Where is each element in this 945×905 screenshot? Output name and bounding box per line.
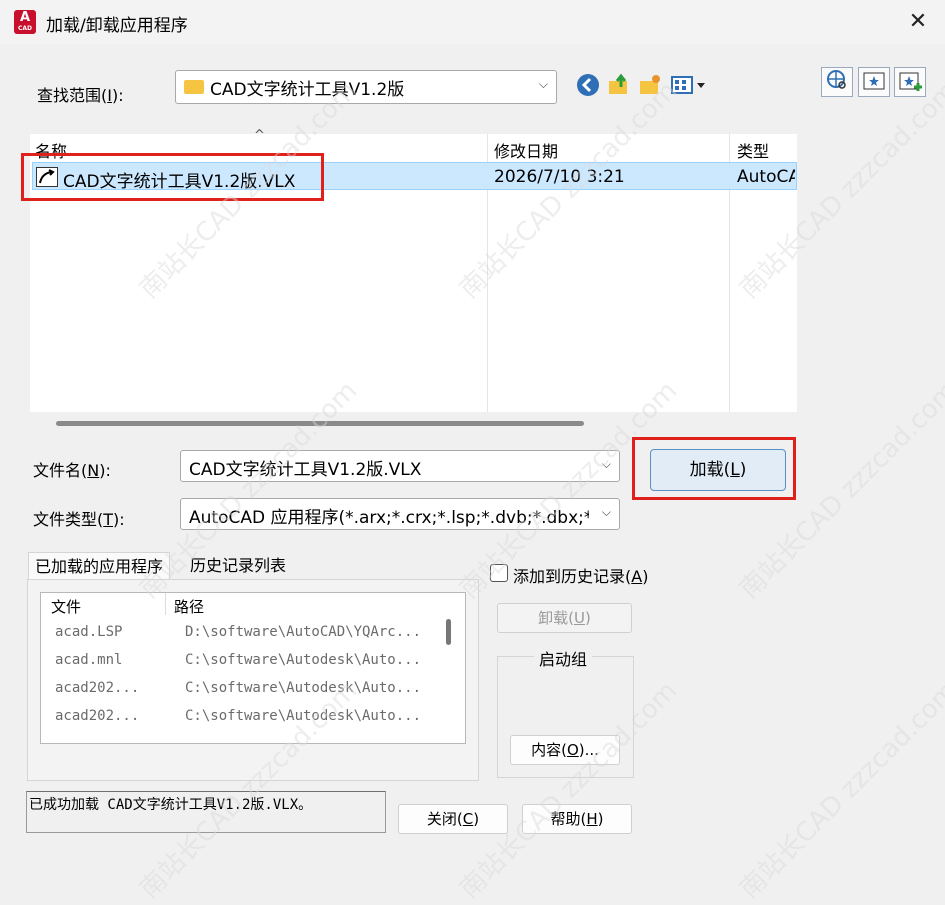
autocad-app-icon: A CAD — [14, 10, 36, 34]
startup-group-title: 启动组 — [534, 646, 593, 670]
highlight-load-button — [632, 437, 796, 500]
list-item-path: C:\software\Autodesk\Auto... — [185, 652, 422, 668]
filename-label: 文件名(N): — [33, 461, 111, 480]
dialog-window: A CAD 加载/卸载应用程序 ✕ 查找范围(I): CAD文字统计工具V1.2版… — [0, 0, 945, 905]
list-header-path[interactable]: 路径 — [174, 596, 204, 617]
new-folder-icon[interactable] — [636, 72, 664, 100]
file-row-modified: 2026/7/10 3:21 — [494, 167, 625, 187]
favorites-folder-icon[interactable] — [858, 67, 890, 97]
list-item-file[interactable]: acad202... — [55, 680, 139, 696]
filename-combobox[interactable]: CAD文字统计工具V1.2版.VLX ⌵ — [180, 450, 620, 482]
help-button[interactable]: 帮助(H) — [522, 804, 632, 834]
back-icon[interactable] — [574, 72, 602, 100]
window-title: 加载/卸载应用程序 — [46, 16, 188, 36]
add-history-checkbox[interactable] — [490, 564, 508, 582]
list-item-path: D:\software\AutoCAD\YQArc... — [185, 624, 422, 640]
chevron-down-icon: ⌵ — [601, 505, 611, 519]
column-header-modified[interactable]: 修改日期 — [494, 138, 558, 162]
list-item-path: C:\software\Autodesk\Auto... — [185, 708, 422, 724]
watermark: 南站长CAD zzzcad.com — [734, 675, 945, 905]
list-item-path: C:\software\Autodesk\Auto... — [185, 680, 422, 696]
status-text: 已成功加载 CAD文字统计工具V1.2版.VLX。 — [29, 797, 313, 813]
list-item-file[interactable]: acad.mnl — [55, 652, 122, 668]
vertical-scrollbar[interactable] — [446, 619, 451, 645]
unload-button[interactable]: 卸载(U) — [497, 603, 632, 633]
contents-button[interactable]: 内容(O)... — [510, 735, 620, 765]
title-bar[interactable]: A CAD 加载/卸载应用程序 ✕ — [0, 0, 945, 44]
filetype-combobox[interactable]: AutoCAD 应用程序(*.arx;*.crx;*.lsp;*.dvb;*.d… — [180, 498, 620, 530]
filetype-label: 文件类型(T): — [33, 510, 125, 529]
file-row-type: AutoCAD — [737, 167, 795, 187]
highlight-file-row — [21, 153, 324, 201]
lookin-value: CAD文字统计工具V1.2版 — [210, 80, 405, 100]
list-header-file[interactable]: 文件 — [51, 596, 81, 617]
lookin-combobox[interactable]: CAD文字统计工具V1.2版 ⌵ — [175, 70, 557, 104]
chevron-down-icon: ⌵ — [538, 77, 548, 91]
folder-icon — [184, 80, 204, 94]
sort-ascending-icon: ^ — [254, 128, 265, 143]
search-web-icon[interactable] — [821, 67, 853, 97]
add-history-label[interactable]: 添加到历史记录(A) — [513, 563, 648, 587]
column-header-type[interactable]: 类型 — [737, 138, 769, 162]
up-folder-icon[interactable] — [605, 72, 633, 100]
close-icon[interactable]: ✕ — [905, 9, 931, 35]
lookin-label: 查找范围(I): — [37, 86, 124, 105]
close-button[interactable]: 关闭(C) — [398, 804, 508, 834]
list-item-file[interactable]: acad202... — [55, 708, 139, 724]
tab-history-list[interactable]: 历史记录列表 — [184, 552, 292, 579]
views-menu-icon[interactable] — [668, 72, 710, 100]
status-box: 已成功加载 CAD文字统计工具V1.2版.VLX。 — [26, 791, 386, 833]
horizontal-scrollbar[interactable] — [56, 421, 584, 426]
add-favorite-icon[interactable] — [894, 67, 926, 97]
column-divider — [165, 593, 166, 615]
filetype-value: AutoCAD 应用程序(*.arx;*.crx;*.lsp;*.dvb;*.d… — [189, 508, 589, 528]
filename-value: CAD文字统计工具V1.2版.VLX — [189, 460, 422, 480]
tab-loaded-apps[interactable]: 已加载的应用程序 — [28, 552, 171, 579]
loaded-apps-list[interactable]: 文件 路径 acad.LSP D:\software\AutoCAD\YQArc… — [40, 592, 466, 744]
chevron-down-icon: ⌵ — [601, 457, 611, 471]
list-item-file[interactable]: acad.LSP — [55, 624, 122, 640]
